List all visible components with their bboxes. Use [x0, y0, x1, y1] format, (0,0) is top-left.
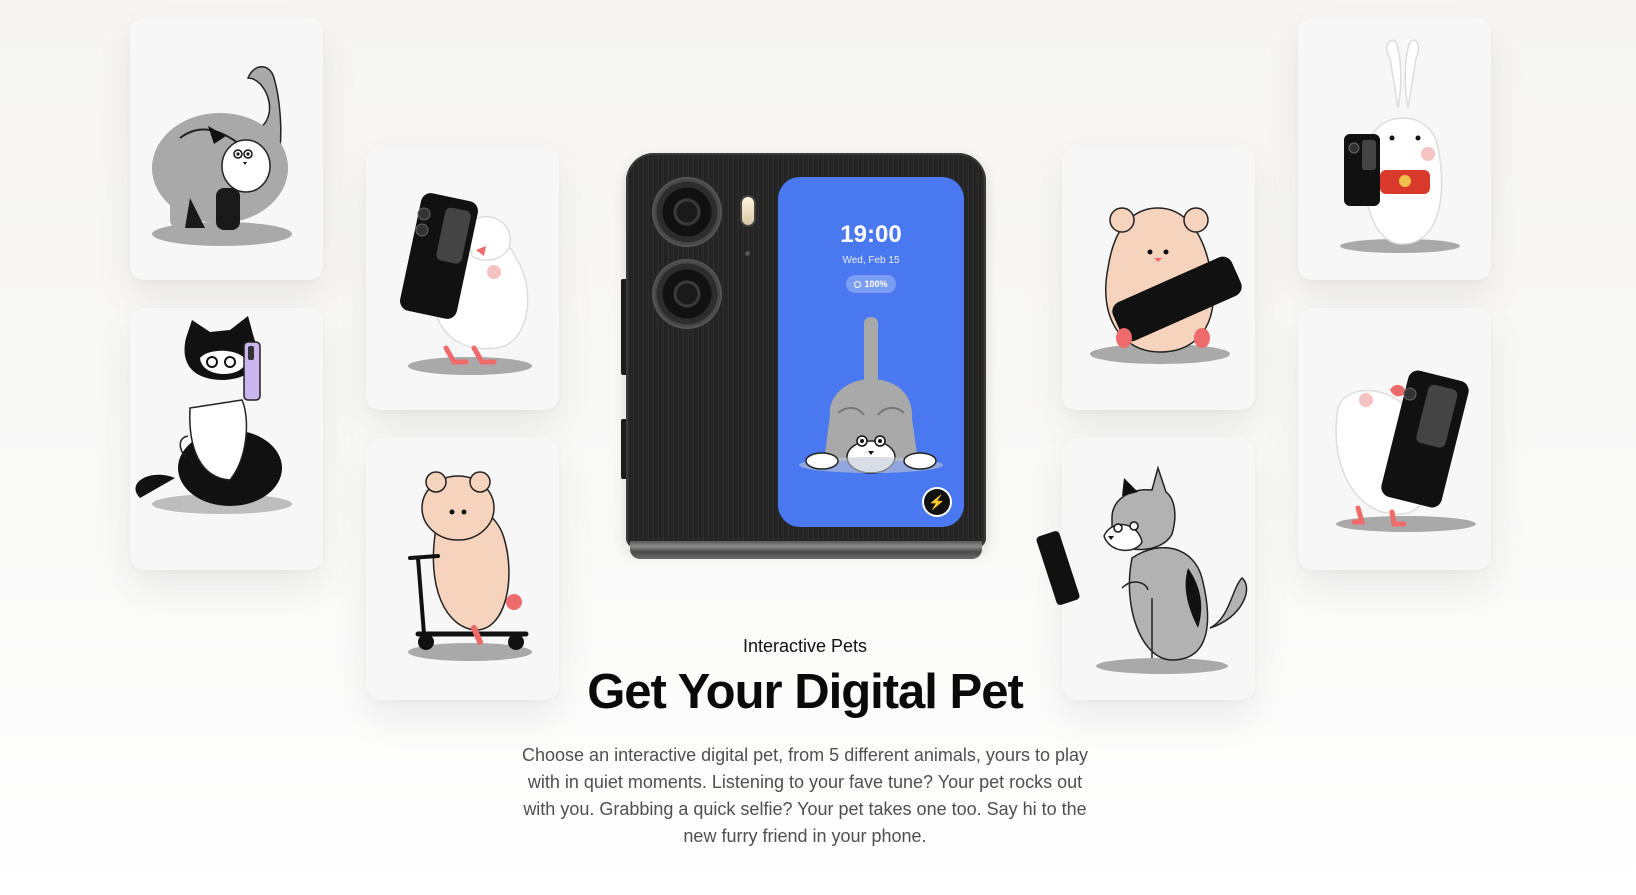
- section-eyebrow: Interactive Pets: [742, 636, 868, 656]
- tuxedo-cat-illustration: [135, 316, 292, 514]
- cover-screen-time: 19:00: [840, 221, 902, 248]
- camera-lens-icon: [654, 261, 720, 327]
- flash-icon: [742, 197, 754, 225]
- brand-badge-icon: ⚡: [924, 489, 950, 515]
- white-bird-illustration: [400, 193, 532, 375]
- pet-card-bird-phone: [366, 148, 559, 410]
- pet-card-rabbit: [1298, 18, 1491, 280]
- bird-hugging-phone-illustration: [1335, 370, 1476, 532]
- pet-card-hamster-phone: [1062, 148, 1255, 410]
- microphone-icon: [745, 251, 750, 256]
- phone-cover: 19:00 Wed, Feb 15 100% ⚡: [626, 153, 986, 548]
- pet-card-tuxedo-cat: [130, 308, 323, 570]
- camera-lens-icon: [654, 179, 720, 245]
- section-headline: Get Your Digital Pet: [587, 665, 1024, 719]
- battery-icon: [854, 280, 862, 288]
- flip-phone: 19:00 Wed, Feb 15 100% ⚡: [621, 153, 988, 561]
- pet-card-bird-hug: [1298, 308, 1491, 570]
- grey-dog-illustration: [1036, 465, 1248, 674]
- peeking-cat-illustration: [799, 317, 943, 474]
- grey-cat-illustration: [152, 66, 292, 246]
- phone-hinge: [630, 541, 982, 559]
- section-description: Choose an interactive digital pet, from …: [522, 745, 1088, 846]
- pet-card-dog-reading: [1036, 438, 1255, 700]
- battery-level: 100%: [864, 279, 888, 289]
- pet-card-cat-stretch: [130, 18, 323, 280]
- pet-card-hamster-scooter: [366, 438, 559, 700]
- hamster-phone-illustration: [1090, 207, 1242, 364]
- cover-screen-date: Wed, Feb 15: [842, 255, 900, 266]
- hamster-scooter-illustration: [408, 471, 532, 661]
- white-rabbit-illustration: [1340, 39, 1460, 253]
- cover-screen: 19:00 Wed, Feb 15 100% ⚡: [778, 177, 964, 527]
- battery-indicator: 100%: [846, 275, 896, 293]
